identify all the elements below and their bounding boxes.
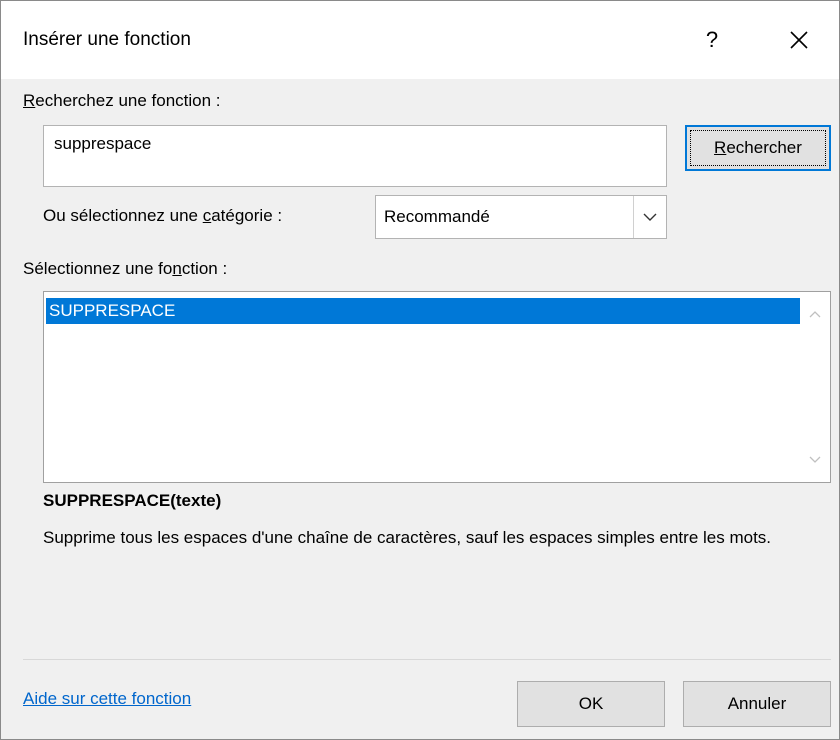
list-item[interactable]: SUPPRESPACE — [46, 298, 800, 324]
ok-button-label: OK — [578, 694, 604, 713]
separator — [23, 659, 831, 660]
dialog-title: Insérer une fonction — [23, 29, 191, 50]
cancel-button[interactable]: Annuler — [683, 681, 831, 727]
close-icon — [790, 31, 808, 49]
search-button[interactable]: Rechercher — [685, 125, 831, 171]
cancel-button-label: Annuler — [727, 694, 787, 713]
function-listbox[interactable]: SUPPRESPACE — [43, 291, 831, 483]
insert-function-dialog: Insérer une fonction ? Recherchez une fo… — [0, 0, 840, 740]
function-list-label: Sélectionnez une fonction : — [23, 259, 228, 278]
category-selected-value: Recommandé — [384, 207, 490, 226]
category-select[interactable]: Recommandé — [375, 195, 667, 239]
chevron-up-icon — [809, 311, 821, 318]
help-on-function-link[interactable]: Aide sur cette fonction — [23, 689, 191, 709]
close-button[interactable] — [771, 17, 827, 63]
scroll-up-button[interactable] — [800, 304, 830, 324]
category-label: Ou sélectionnez une catégorie : — [43, 206, 283, 225]
search-input[interactable] — [54, 134, 654, 154]
ok-button[interactable]: OK — [517, 681, 665, 727]
category-dropdown-button[interactable] — [633, 196, 666, 238]
help-button[interactable]: ? — [689, 17, 735, 63]
scroll-down-button[interactable] — [800, 450, 830, 470]
title-bar: Insérer une fonction ? — [1, 1, 839, 79]
search-label: Recherchez une fonction : — [23, 91, 221, 110]
help-icon: ? — [705, 27, 719, 52]
chevron-down-icon — [643, 213, 657, 221]
focus-rectangle — [690, 130, 826, 166]
chevron-down-icon — [809, 456, 821, 463]
search-input-box[interactable] — [43, 125, 667, 187]
list-scrollbar[interactable] — [800, 292, 830, 482]
function-description: Supprime tous les espaces d'une chaîne d… — [43, 528, 772, 547]
function-signature: SUPPRESPACE(texte) — [43, 491, 222, 510]
